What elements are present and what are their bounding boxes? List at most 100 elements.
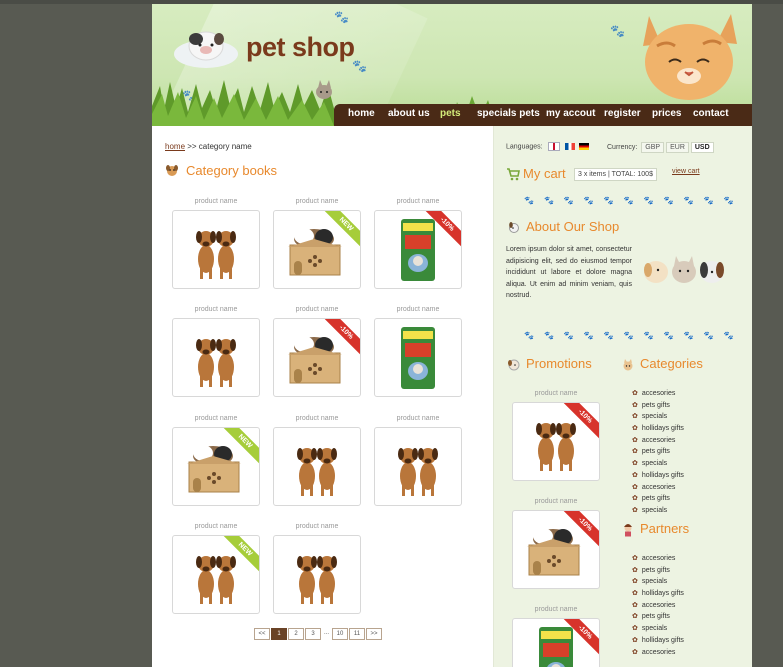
cat-on-grass-illustration (316, 80, 332, 99)
category-link[interactable]: specials (632, 505, 684, 517)
category-link[interactable]: pets gifts (632, 400, 684, 412)
header: 🐾 🐾 🐾 🐾 pet shop home about us pets spec… (152, 4, 752, 126)
product-name[interactable]: product name (172, 198, 260, 210)
product-name[interactable]: product name (172, 415, 260, 427)
category-link[interactable]: pets gifts (632, 446, 684, 458)
france-flag-icon[interactable] (564, 143, 575, 150)
nav-my-account[interactable]: my accout (546, 108, 595, 119)
product-card[interactable]: product name (273, 415, 361, 506)
category-link[interactable]: specials (632, 411, 684, 423)
main-nav: home about us pets specials pets my acco… (334, 104, 752, 126)
promotion-card[interactable]: product name -10% (512, 498, 600, 589)
pagination-page[interactable]: 10 (332, 628, 349, 640)
uk-flag-icon[interactable] (547, 142, 560, 151)
puppies-image (297, 556, 337, 604)
category-link[interactable]: pets gifts (632, 493, 684, 505)
category-link[interactable]: specials (632, 458, 684, 470)
cart-summary: 3 x items | TOTAL: 100$ (574, 168, 657, 181)
product-card[interactable]: product name (273, 523, 361, 614)
category-link[interactable]: accesories (632, 482, 684, 494)
pagination-page[interactable]: 3 (305, 628, 321, 640)
partner-link[interactable]: hollidays gifts (632, 588, 684, 600)
product-image-box[interactable]: NEW (172, 535, 260, 614)
product-image-box[interactable] (172, 210, 260, 289)
about-title: About Our Shop (526, 219, 620, 234)
page: 🐾 🐾 🐾 🐾 pet shop home about us pets spec… (152, 4, 752, 667)
puppies-image (398, 448, 438, 496)
pagination-ellipsis: ... (324, 630, 330, 636)
nav-home[interactable]: home (348, 108, 375, 119)
partner-link[interactable]: accesories (632, 600, 684, 612)
category-link[interactable]: hollidays gifts (632, 423, 684, 435)
product-name[interactable]: product name (374, 415, 462, 427)
girl-icon (624, 524, 632, 537)
product-name[interactable]: product name (172, 306, 260, 318)
nav-contact[interactable]: contact (693, 108, 729, 119)
product-card[interactable]: product name NEW (172, 523, 260, 614)
product-image-box[interactable]: -10% (512, 402, 600, 481)
product-card[interactable]: product name (172, 198, 260, 289)
product-card[interactable]: product name (172, 306, 260, 397)
nav-prices[interactable]: prices (652, 108, 681, 119)
breadcrumb-home-link[interactable]: home (165, 142, 185, 151)
pagination-page[interactable]: 11 (349, 628, 366, 640)
product-image-box[interactable] (374, 427, 462, 506)
product-card[interactable]: product name NEW (172, 415, 260, 506)
product-image-box[interactable]: NEW (273, 210, 361, 289)
nav-about-us[interactable]: about us (388, 108, 430, 119)
product-name[interactable]: product name (374, 306, 462, 318)
shop-logo[interactable]: pet shop (246, 32, 355, 63)
nav-specials-pets[interactable]: specials pets (477, 108, 540, 119)
pagination-page[interactable]: << (254, 628, 270, 640)
promotion-card[interactable]: product name -10% (512, 390, 600, 481)
nav-pets[interactable]: pets (440, 108, 461, 119)
pagination-page[interactable]: 1 (271, 628, 287, 640)
partners-title: Partners (640, 521, 690, 536)
product-name[interactable]: product name (512, 498, 600, 510)
category-link[interactable]: accesories (632, 435, 684, 447)
product-name[interactable]: product name (273, 306, 361, 318)
nav-register[interactable]: register (604, 108, 641, 119)
product-image-box[interactable]: -10% (512, 510, 600, 589)
product-card[interactable]: product name -10% (374, 198, 462, 289)
product-image-box[interactable]: -10% (512, 618, 600, 667)
product-image-box[interactable] (273, 427, 361, 506)
currency-gbp[interactable]: GBP (641, 142, 665, 153)
product-image-box[interactable] (374, 318, 462, 397)
product-card[interactable]: product name NEW (273, 198, 361, 289)
category-title: Category books (186, 163, 278, 178)
promotion-card[interactable]: product name -10% (512, 606, 600, 667)
product-name[interactable]: product name (512, 390, 600, 402)
product-name[interactable]: product name (273, 415, 361, 427)
partner-link[interactable]: accesories (632, 553, 684, 565)
partner-link[interactable]: pets gifts (632, 565, 684, 577)
product-image-box[interactable]: -10% (273, 318, 361, 397)
pagination-page[interactable]: >> (366, 628, 383, 640)
category-link[interactable]: accesories (632, 388, 684, 400)
product-image-box[interactable] (273, 535, 361, 614)
currency-eur[interactable]: EUR (666, 142, 689, 153)
product-name[interactable]: product name (273, 198, 361, 210)
partner-link[interactable]: specials (632, 623, 684, 635)
product-name[interactable]: product name (273, 523, 361, 535)
product-image-box[interactable]: -10% (374, 210, 462, 289)
product-name[interactable]: product name (512, 606, 600, 618)
partner-link[interactable]: hollidays gifts (632, 635, 684, 647)
partner-link[interactable]: pets gifts (632, 611, 684, 623)
product-card[interactable]: product name -10% (273, 306, 361, 397)
product-name[interactable]: product name (172, 523, 260, 535)
product-card[interactable]: product name (374, 415, 462, 506)
product-image-box[interactable]: NEW (172, 427, 260, 506)
category-link[interactable]: hollidays gifts (632, 470, 684, 482)
product-card[interactable]: product name (374, 306, 462, 397)
germany-flag-icon[interactable] (579, 143, 590, 150)
pagination-page[interactable]: 2 (288, 628, 304, 640)
currency-label: Currency: (607, 144, 638, 151)
view-cart-link[interactable]: view cart (672, 168, 700, 175)
product-name[interactable]: product name (374, 198, 462, 210)
currency-usd[interactable]: USD (690, 142, 714, 153)
product-image-box[interactable] (172, 318, 260, 397)
partner-link[interactable]: specials (632, 576, 684, 588)
partner-link[interactable]: accesories (632, 647, 684, 659)
cart-title: My cart (523, 166, 566, 181)
